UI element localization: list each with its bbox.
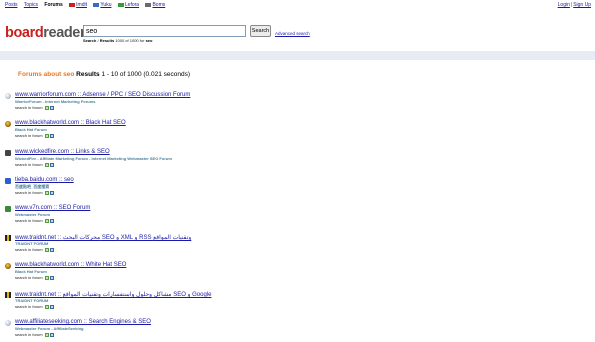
feed-icon[interactable] — [44, 219, 49, 223]
result-title[interactable]: tieba.baidu.com :: seo — [15, 177, 74, 183]
add-icon[interactable] — [49, 163, 54, 167]
add-icon[interactable] — [49, 248, 54, 252]
result-title[interactable]: www.affiliateseeking.com :: Search Engin… — [15, 319, 151, 325]
wickedfire-icon — [5, 150, 11, 156]
result-forum-name: WarriorForum - Internet Marketing Forums — [15, 99, 96, 104]
add-icon[interactable] — [49, 333, 54, 337]
result-item: www.blackhatworld.com :: Black Hat SEO B… — [5, 120, 565, 141]
imdit-flag-icon — [69, 2, 76, 7]
result-item: www.traidnt.net :: محركات البحث SEO و XM… — [5, 235, 565, 255]
feed-icon[interactable] — [44, 248, 49, 252]
search-in-forum-link[interactable]: search in forum — [15, 332, 43, 337]
nav-lefora[interactable]: Lefora — [125, 2, 139, 8]
nav-topics[interactable]: Topics — [24, 2, 38, 8]
result-forum-name: WickedFire - Affiliate Marketing Forum -… — [15, 156, 172, 161]
nav-posts[interactable]: Posts — [5, 2, 18, 8]
top-nav: Posts Topics Forums Imdit Yuku Lefora Bo… — [5, 2, 170, 8]
result-forum-name: TRAIDNT FORUM — [15, 241, 49, 246]
feed-icon[interactable] — [44, 191, 49, 195]
add-icon[interactable] — [49, 219, 54, 223]
search-in-forum-link[interactable]: search in forum — [15, 275, 43, 280]
result-item: tieba.baidu.com :: seo 百度贴吧_百度搜索 search … — [5, 177, 565, 198]
feed-icon[interactable] — [44, 163, 49, 167]
search-input[interactable] — [83, 25, 246, 37]
advanced-search-link[interactable]: Advanced search — [275, 31, 310, 36]
nav-imdit[interactable]: Imdit — [76, 2, 87, 8]
search-button[interactable]: Search — [250, 25, 271, 37]
logo-board: board — [5, 25, 44, 41]
search-in-forum-link[interactable]: search in forum — [15, 190, 43, 195]
baidu-icon — [5, 178, 11, 184]
result-title[interactable]: www.blackhatworld.com :: White Hat SEO — [15, 262, 126, 268]
account-links: Login|Sign Up — [558, 2, 591, 8]
result-item: www.warriorforum.com :: Adsense / PPC / … — [5, 92, 565, 113]
search-in-forum-link[interactable]: search in forum — [15, 304, 43, 309]
search-in-forum-link[interactable]: search in forum — [15, 105, 43, 110]
result-item: www.blackhatworld.com :: White Hat SEO B… — [5, 262, 565, 283]
result-title[interactable]: www.v7n.com :: SEO Forum — [15, 205, 90, 211]
lefora-flag-icon — [117, 2, 124, 7]
result-title[interactable]: www.blackhatworld.com :: Black Hat SEO — [15, 120, 126, 126]
boms-flag-icon — [145, 2, 152, 7]
search-summary-results: Results — [99, 38, 115, 43]
result-item: www.traidnt.net :: مشاكل وحلول واستفسارا… — [5, 292, 565, 312]
search-in-forum-link[interactable]: search in forum — [15, 218, 43, 223]
header-band — [0, 51, 595, 60]
nav-yuku[interactable]: Yuku — [100, 2, 111, 8]
login-link[interactable]: Login — [558, 2, 570, 8]
result-forum-name: Black Hat Forum — [15, 127, 47, 132]
search-in-forum-link[interactable]: search in forum — [15, 162, 43, 167]
feed-icon[interactable] — [44, 106, 49, 110]
add-icon[interactable] — [49, 134, 54, 138]
add-icon[interactable] — [49, 276, 54, 280]
search-summary-count: 1000 of 1000 for — [115, 38, 145, 43]
add-icon[interactable] — [49, 106, 54, 110]
result-title[interactable]: www.warriorforum.com :: Adsense / PPC / … — [15, 92, 190, 98]
v7n-icon — [5, 206, 11, 212]
nav-forums[interactable]: Forums — [44, 2, 62, 8]
result-forum-name: Black Hat Forum — [15, 269, 47, 274]
yuku-flag-icon — [93, 2, 100, 7]
result-item: www.wickedfire.com :: Links & SEO Wicked… — [5, 149, 565, 170]
feed-icon[interactable] — [44, 134, 49, 138]
globe-icon — [5, 93, 11, 99]
results-header: Forums about seo Results 1 - 10 of 1000 … — [18, 71, 190, 78]
results-range: 1 - 10 of 1000 (0.021 seconds) — [101, 71, 190, 78]
result-title[interactable]: www.traidnt.net :: مشاكل وحلول واستفسارا… — [15, 291, 211, 298]
search-summary: Search / Results 1000 of 1000 for seo — [83, 38, 152, 43]
result-title[interactable]: www.traidnt.net :: محركات البحث SEO و XM… — [15, 234, 191, 241]
traidnt-icon — [5, 292, 11, 298]
forums-about-label: Forums about seo — [18, 71, 75, 78]
feed-icon[interactable] — [44, 305, 49, 309]
result-item: www.affiliateseeking.com :: Search Engin… — [5, 319, 565, 340]
boardreader-logo[interactable]: boardreader® — [5, 21, 89, 40]
result-forum-name: Webmaster Forum - AffiliateSeeking — [15, 326, 84, 331]
search-in-forum-link[interactable]: search in forum — [15, 247, 43, 252]
traidnt-icon — [5, 235, 11, 241]
result-title[interactable]: www.wickedfire.com :: Links & SEO — [15, 149, 110, 155]
add-icon[interactable] — [49, 305, 54, 309]
bhw-icon — [5, 263, 11, 269]
feed-icon[interactable] — [44, 333, 49, 337]
search-in-forum-link[interactable]: search in forum — [15, 133, 43, 138]
logo-reader: reader — [43, 25, 86, 41]
search-summary-query: seo — [145, 38, 153, 43]
nav-boms[interactable]: Boms — [152, 2, 165, 8]
feed-icon[interactable] — [44, 276, 49, 280]
search-summary-sep: / — [97, 38, 99, 43]
add-icon[interactable] — [49, 191, 54, 195]
separator: | — [570, 2, 573, 8]
globe-icon — [5, 320, 11, 326]
result-forum-name: Webmaster Forum — [15, 212, 51, 217]
result-forum-name: TRAIDNT FORUM — [15, 298, 49, 303]
results-label: Results — [76, 71, 100, 78]
bhw-icon — [5, 121, 11, 127]
search-summary-label: Search — [83, 38, 97, 43]
signup-link[interactable]: Sign Up — [573, 2, 591, 8]
result-item: www.v7n.com :: SEO Forum Webmaster Forum… — [5, 205, 565, 226]
